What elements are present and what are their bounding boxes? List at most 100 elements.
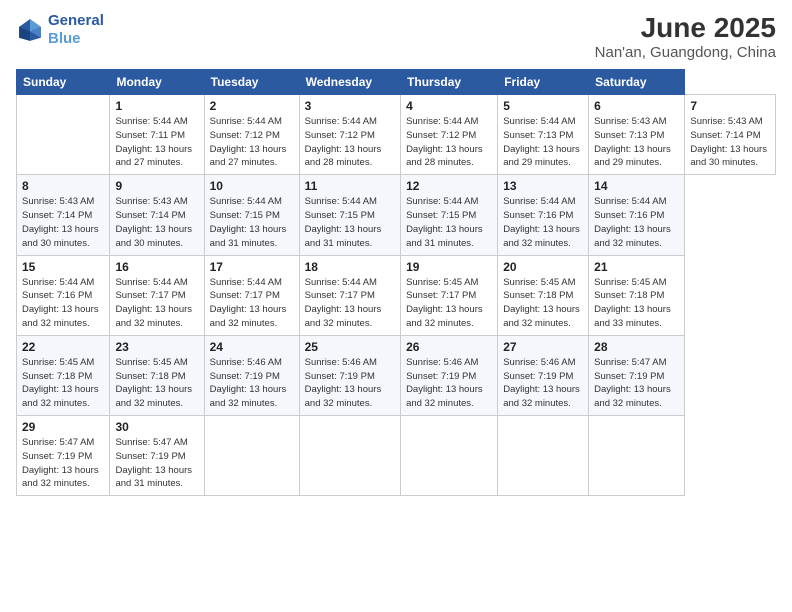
day-info: Sunrise: 5:46 AMSunset: 7:19 PMDaylight:… [210, 357, 287, 409]
day-number: 1 [115, 99, 198, 113]
day-number: 7 [690, 99, 770, 113]
day-number: 17 [210, 260, 294, 274]
day-info: Sunrise: 5:44 AMSunset: 7:17 PMDaylight:… [210, 277, 287, 329]
day-number: 26 [406, 340, 492, 354]
table-row: 26 Sunrise: 5:46 AMSunset: 7:19 PMDaylig… [401, 335, 498, 415]
table-row: 1 Sunrise: 5:44 AMSunset: 7:11 PMDayligh… [110, 95, 204, 175]
day-info: Sunrise: 5:44 AMSunset: 7:17 PMDaylight:… [115, 277, 192, 329]
table-row: 4 Sunrise: 5:44 AMSunset: 7:12 PMDayligh… [401, 95, 498, 175]
day-number: 28 [594, 340, 679, 354]
day-info: Sunrise: 5:45 AMSunset: 7:17 PMDaylight:… [406, 277, 483, 329]
day-number: 25 [305, 340, 395, 354]
table-row: 18 Sunrise: 5:44 AMSunset: 7:17 PMDaylig… [299, 255, 400, 335]
table-row: 11 Sunrise: 5:44 AMSunset: 7:15 PMDaylig… [299, 175, 400, 255]
table-row: 2 Sunrise: 5:44 AMSunset: 7:12 PMDayligh… [204, 95, 299, 175]
table-row: 5 Sunrise: 5:44 AMSunset: 7:13 PMDayligh… [498, 95, 589, 175]
day-info: Sunrise: 5:43 AMSunset: 7:14 PMDaylight:… [115, 196, 192, 248]
day-number: 19 [406, 260, 492, 274]
table-row: 30 Sunrise: 5:47 AMSunset: 7:19 PMDaylig… [110, 416, 204, 496]
empty-cell [17, 95, 110, 175]
calendar-table: Sunday Monday Tuesday Wednesday Thursday… [16, 69, 776, 496]
header-saturday: Saturday [589, 70, 685, 95]
table-row [498, 416, 589, 496]
table-row: 24 Sunrise: 5:46 AMSunset: 7:19 PMDaylig… [204, 335, 299, 415]
month-title: June 2025 [595, 12, 776, 44]
header-sunday: Sunday [17, 70, 110, 95]
day-number: 20 [503, 260, 583, 274]
day-number: 24 [210, 340, 294, 354]
day-number: 4 [406, 99, 492, 113]
day-info: Sunrise: 5:44 AMSunset: 7:17 PMDaylight:… [305, 277, 382, 329]
table-row: 8 Sunrise: 5:43 AMSunset: 7:14 PMDayligh… [17, 175, 110, 255]
day-info: Sunrise: 5:44 AMSunset: 7:13 PMDaylight:… [503, 116, 580, 168]
table-row [299, 416, 400, 496]
day-number: 16 [115, 260, 198, 274]
table-row [401, 416, 498, 496]
day-number: 3 [305, 99, 395, 113]
logo-text: General Blue [48, 12, 104, 48]
day-number: 11 [305, 179, 395, 193]
day-info: Sunrise: 5:44 AMSunset: 7:16 PMDaylight:… [22, 277, 99, 329]
table-row: 14 Sunrise: 5:44 AMSunset: 7:16 PMDaylig… [589, 175, 685, 255]
day-number: 18 [305, 260, 395, 274]
table-row: 3 Sunrise: 5:44 AMSunset: 7:12 PMDayligh… [299, 95, 400, 175]
day-info: Sunrise: 5:47 AMSunset: 7:19 PMDaylight:… [594, 357, 671, 409]
table-row: 13 Sunrise: 5:44 AMSunset: 7:16 PMDaylig… [498, 175, 589, 255]
table-row: 15 Sunrise: 5:44 AMSunset: 7:16 PMDaylig… [17, 255, 110, 335]
table-row: 9 Sunrise: 5:43 AMSunset: 7:14 PMDayligh… [110, 175, 204, 255]
table-row: 16 Sunrise: 5:44 AMSunset: 7:17 PMDaylig… [110, 255, 204, 335]
day-number: 12 [406, 179, 492, 193]
header-monday: Monday [110, 70, 204, 95]
table-row [589, 416, 685, 496]
day-number: 13 [503, 179, 583, 193]
title-block: June 2025 Nan'an, Guangdong, China [595, 12, 776, 61]
day-info: Sunrise: 5:45 AMSunset: 7:18 PMDaylight:… [503, 277, 580, 329]
table-row: 22 Sunrise: 5:45 AMSunset: 7:18 PMDaylig… [17, 335, 110, 415]
location-title: Nan'an, Guangdong, China [595, 44, 776, 61]
header-wednesday: Wednesday [299, 70, 400, 95]
day-info: Sunrise: 5:44 AMSunset: 7:16 PMDaylight:… [503, 196, 580, 248]
day-number: 9 [115, 179, 198, 193]
logo-icon [16, 16, 44, 44]
table-row: 6 Sunrise: 5:43 AMSunset: 7:13 PMDayligh… [589, 95, 685, 175]
day-number: 8 [22, 179, 104, 193]
header-thursday: Thursday [401, 70, 498, 95]
day-info: Sunrise: 5:44 AMSunset: 7:12 PMDaylight:… [210, 116, 287, 168]
day-info: Sunrise: 5:44 AMSunset: 7:12 PMDaylight:… [406, 116, 483, 168]
day-number: 15 [22, 260, 104, 274]
day-number: 29 [22, 420, 104, 434]
day-info: Sunrise: 5:45 AMSunset: 7:18 PMDaylight:… [594, 277, 671, 329]
day-info: Sunrise: 5:44 AMSunset: 7:16 PMDaylight:… [594, 196, 671, 248]
day-number: 30 [115, 420, 198, 434]
day-info: Sunrise: 5:46 AMSunset: 7:19 PMDaylight:… [406, 357, 483, 409]
day-number: 23 [115, 340, 198, 354]
day-info: Sunrise: 5:43 AMSunset: 7:14 PMDaylight:… [22, 196, 99, 248]
day-info: Sunrise: 5:43 AMSunset: 7:13 PMDaylight:… [594, 116, 671, 168]
day-number: 6 [594, 99, 679, 113]
table-row: 10 Sunrise: 5:44 AMSunset: 7:15 PMDaylig… [204, 175, 299, 255]
day-info: Sunrise: 5:45 AMSunset: 7:18 PMDaylight:… [22, 357, 99, 409]
day-info: Sunrise: 5:47 AMSunset: 7:19 PMDaylight:… [22, 437, 99, 489]
day-number: 10 [210, 179, 294, 193]
table-row: 12 Sunrise: 5:44 AMSunset: 7:15 PMDaylig… [401, 175, 498, 255]
day-number: 2 [210, 99, 294, 113]
table-row: 23 Sunrise: 5:45 AMSunset: 7:18 PMDaylig… [110, 335, 204, 415]
page: General Blue June 2025 Nan'an, Guangdong… [0, 0, 792, 612]
table-row: 17 Sunrise: 5:44 AMSunset: 7:17 PMDaylig… [204, 255, 299, 335]
table-row: 21 Sunrise: 5:45 AMSunset: 7:18 PMDaylig… [589, 255, 685, 335]
day-info: Sunrise: 5:44 AMSunset: 7:15 PMDaylight:… [406, 196, 483, 248]
day-number: 21 [594, 260, 679, 274]
day-number: 22 [22, 340, 104, 354]
day-number: 27 [503, 340, 583, 354]
table-row: 28 Sunrise: 5:47 AMSunset: 7:19 PMDaylig… [589, 335, 685, 415]
table-row: 19 Sunrise: 5:45 AMSunset: 7:17 PMDaylig… [401, 255, 498, 335]
header-friday: Friday [498, 70, 589, 95]
day-info: Sunrise: 5:47 AMSunset: 7:19 PMDaylight:… [115, 437, 192, 489]
weekday-header-row: Sunday Monday Tuesday Wednesday Thursday… [17, 70, 776, 95]
day-info: Sunrise: 5:44 AMSunset: 7:12 PMDaylight:… [305, 116, 382, 168]
day-number: 5 [503, 99, 583, 113]
logo: General Blue [16, 12, 104, 48]
day-info: Sunrise: 5:45 AMSunset: 7:18 PMDaylight:… [115, 357, 192, 409]
day-info: Sunrise: 5:46 AMSunset: 7:19 PMDaylight:… [305, 357, 382, 409]
day-info: Sunrise: 5:46 AMSunset: 7:19 PMDaylight:… [503, 357, 580, 409]
